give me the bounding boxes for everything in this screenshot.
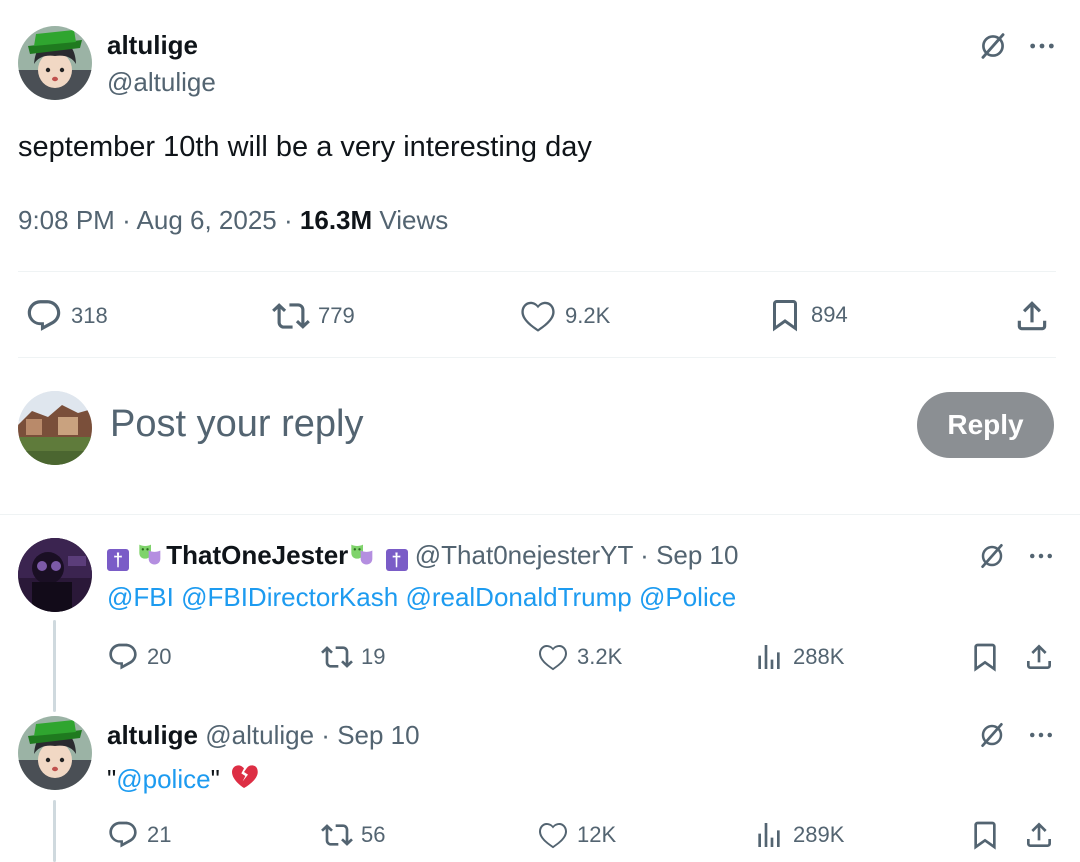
share-icon[interactable]	[1023, 819, 1055, 851]
broken-heart-icon	[227, 760, 261, 792]
reply-header: altulige @altulige · Sep 10	[107, 720, 420, 751]
post-time[interactable]: 9:08 PM	[18, 205, 115, 235]
quote-mark: "	[210, 764, 220, 794]
reply-icon	[107, 819, 139, 851]
mention-link[interactable]: @FBI	[107, 582, 174, 612]
meta-separator: ·	[122, 205, 131, 235]
current-user-avatar[interactable]	[18, 391, 92, 465]
meta-separator: ·	[284, 205, 293, 235]
reply-action[interactable]: 20	[107, 641, 171, 673]
more-icon[interactable]	[1026, 720, 1056, 750]
views-count: 288K	[793, 644, 845, 669]
repost-count: 56	[361, 822, 386, 847]
repost-count: 19	[361, 644, 386, 669]
post-meta: 9:08 PM · Aug 6, 2025 · 16.3M Views	[18, 205, 448, 236]
like-icon	[537, 641, 569, 673]
thread-line	[53, 620, 56, 712]
reply-count: 318	[71, 303, 108, 328]
repost-count: 779	[318, 303, 355, 328]
reply-action[interactable]: 318	[25, 297, 108, 335]
bookmark-icon[interactable]	[969, 641, 1001, 673]
reply-avatar[interactable]	[18, 538, 92, 612]
like-icon	[537, 819, 569, 851]
reply-handle[interactable]: @That0nejesterYT	[415, 540, 633, 570]
reply-count: 20	[147, 644, 172, 669]
reply-mentions: @FBI @FBIDirectorKash @realDonaldTrump @…	[107, 582, 736, 613]
reply-icon	[25, 297, 63, 335]
post-text: september 10th will be a very interestin…	[18, 131, 592, 163]
post-date[interactable]: Aug 6, 2025	[137, 205, 277, 235]
views-action[interactable]: 289K	[753, 819, 844, 851]
like-icon	[519, 297, 557, 335]
mask-emoji-icon	[136, 540, 166, 568]
bookmark-count: 894	[811, 302, 848, 327]
author-display-name[interactable]: altulige	[107, 30, 198, 61]
author-avatar[interactable]	[18, 26, 92, 100]
repost-icon	[272, 297, 310, 335]
views-action[interactable]: 288K	[753, 641, 844, 673]
reply-icon	[107, 641, 139, 673]
mask-emoji-icon	[348, 540, 378, 568]
quote-mark: "	[107, 764, 117, 794]
reply-action[interactable]: 21	[107, 819, 171, 851]
grok-icon[interactable]	[977, 30, 1009, 62]
mention-link[interactable]: @realDonaldTrump	[405, 582, 631, 612]
mention-link[interactable]: @FBIDirectorKash	[181, 582, 398, 612]
author-handle[interactable]: @altulige	[107, 67, 216, 98]
divider	[18, 271, 1056, 272]
bookmark-icon[interactable]	[969, 819, 1001, 851]
thread-line	[53, 800, 56, 862]
divider	[18, 357, 1056, 358]
bookmark-action[interactable]: 894	[767, 297, 848, 333]
repost-icon	[321, 819, 353, 851]
share-icon[interactable]	[1023, 641, 1055, 673]
reply-display-name[interactable]: ThatOneJester	[166, 540, 348, 570]
section-divider	[0, 514, 1080, 515]
views-label: Views	[379, 205, 449, 235]
meta-separator: ·	[321, 720, 330, 750]
mention-link[interactable]: @Police	[639, 582, 736, 612]
reply-button[interactable]: Reply	[917, 392, 1054, 458]
views-count: 289K	[793, 822, 845, 847]
reply-header: † ThatOneJester † @That0nejesterYT · Sep…	[107, 540, 738, 571]
share-icon[interactable]	[1013, 297, 1051, 335]
more-icon[interactable]	[1026, 30, 1058, 62]
mention-link[interactable]: @police	[116, 764, 210, 794]
cross-badge-icon: †	[107, 549, 129, 571]
like-count: 3.2K	[577, 644, 623, 669]
like-action[interactable]: 9.2K	[519, 297, 610, 335]
views-icon	[753, 819, 785, 851]
cross-badge-icon: †	[385, 549, 408, 571]
views-icon	[753, 641, 785, 673]
meta-separator: ·	[640, 540, 649, 570]
like-action[interactable]: 12K	[537, 819, 616, 851]
grok-icon[interactable]	[977, 720, 1007, 750]
repost-action[interactable]: 56	[321, 819, 385, 851]
reply-display-name[interactable]: altulige	[107, 720, 198, 750]
repost-icon	[321, 641, 353, 673]
reply-input[interactable]: Post your reply	[110, 403, 363, 446]
reply-date[interactable]: Sep 10	[337, 720, 419, 750]
reply-date[interactable]: Sep 10	[656, 540, 738, 570]
views-count[interactable]: 16.3M	[300, 205, 372, 235]
bookmark-icon	[767, 297, 803, 333]
grok-icon[interactable]	[977, 541, 1007, 571]
repost-action[interactable]: 19	[321, 641, 385, 673]
like-count: 9.2K	[565, 303, 611, 328]
reply-handle[interactable]: @altulige	[205, 720, 314, 750]
reply-count: 21	[147, 822, 172, 847]
reply-text: "@police"	[107, 760, 261, 795]
like-action[interactable]: 3.2K	[537, 641, 622, 673]
like-count: 12K	[577, 822, 617, 847]
more-icon[interactable]	[1026, 541, 1056, 571]
reply-avatar[interactable]	[18, 716, 92, 790]
repost-action[interactable]: 779	[272, 297, 355, 335]
